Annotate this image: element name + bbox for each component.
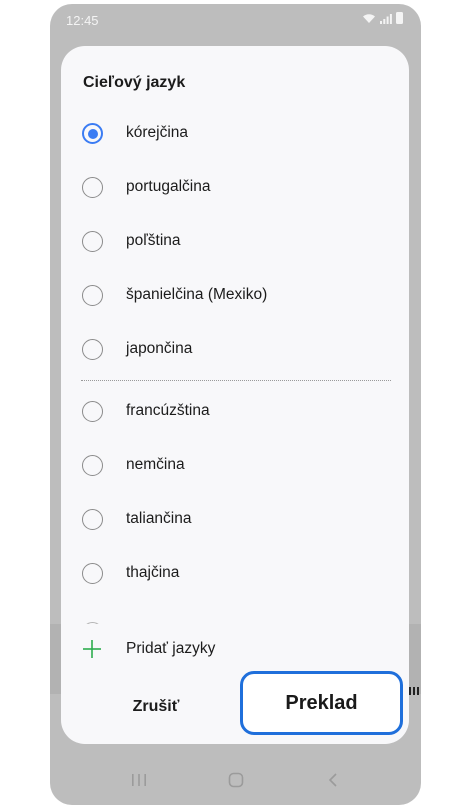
language-option[interactable]: taliančina: [61, 495, 409, 547]
battery-icon: [396, 12, 403, 24]
language-option[interactable]: kórejčina: [61, 109, 409, 161]
add-languages-button[interactable]: Pridať jazyky: [61, 624, 409, 674]
home-icon: [228, 772, 243, 788]
dialog-title: Cieľový jazyk: [83, 74, 186, 91]
radio-button-selected[interactable]: [82, 123, 103, 144]
language-label: francúzština: [126, 402, 210, 419]
language-label: thajčina: [126, 564, 180, 581]
language-option[interactable]: japončina: [61, 325, 409, 377]
language-label: portugalčina: [126, 178, 211, 195]
home-button[interactable]: [216, 765, 256, 795]
radio-button[interactable]: [82, 231, 103, 252]
language-label: poľština: [126, 232, 181, 249]
radio-button[interactable]: [82, 563, 103, 584]
signal-icon: [380, 13, 392, 24]
radio-button[interactable]: [82, 455, 103, 476]
language-label: japončina: [126, 340, 193, 357]
language-label: taliančina: [126, 510, 192, 527]
radio-button[interactable]: [82, 401, 103, 422]
language-label: nemčina: [126, 456, 185, 473]
edge-handle: [409, 687, 419, 695]
plus-icon: [83, 640, 101, 658]
wifi-icon: [363, 13, 375, 23]
language-option[interactable]: francúzština: [61, 387, 409, 439]
language-option[interactable]: portugalčina: [61, 163, 409, 215]
back-icon: [328, 773, 337, 787]
language-option[interactable]: španielčina (Mexiko): [61, 271, 409, 323]
back-button[interactable]: [313, 765, 353, 795]
edge-handle-mark: [409, 687, 411, 695]
edge-handle-mark: [413, 687, 415, 695]
radio-button[interactable]: [82, 177, 103, 198]
language-label: kórejčina: [126, 124, 189, 141]
cancel-button[interactable]: Zrušiť: [61, 682, 251, 732]
target-language-dialog: Cieľový jazyk kórejčina portugalčina poľ…: [61, 46, 409, 744]
radio-button[interactable]: [82, 339, 103, 360]
recents-icon: [131, 774, 146, 786]
language-option[interactable]: thajčina: [61, 549, 409, 601]
list-divider: [81, 380, 391, 381]
status-time: 12:45: [66, 13, 99, 28]
add-languages-label: Pridať jazyky: [126, 640, 216, 657]
language-option[interactable]: poľština: [61, 217, 409, 269]
background-content: [409, 624, 421, 694]
language-label: španielčina (Mexiko): [126, 286, 268, 303]
recents-button[interactable]: [119, 765, 159, 795]
status-icons: [362, 12, 403, 24]
radio-button[interactable]: [82, 285, 103, 306]
translate-button[interactable]: Preklad: [240, 671, 403, 735]
radio-button[interactable]: [82, 509, 103, 530]
language-option[interactable]: nemčina: [61, 441, 409, 493]
navigation-bar: [50, 755, 421, 805]
edge-handle-mark: [417, 687, 419, 695]
status-bar: 12:45: [50, 4, 421, 38]
